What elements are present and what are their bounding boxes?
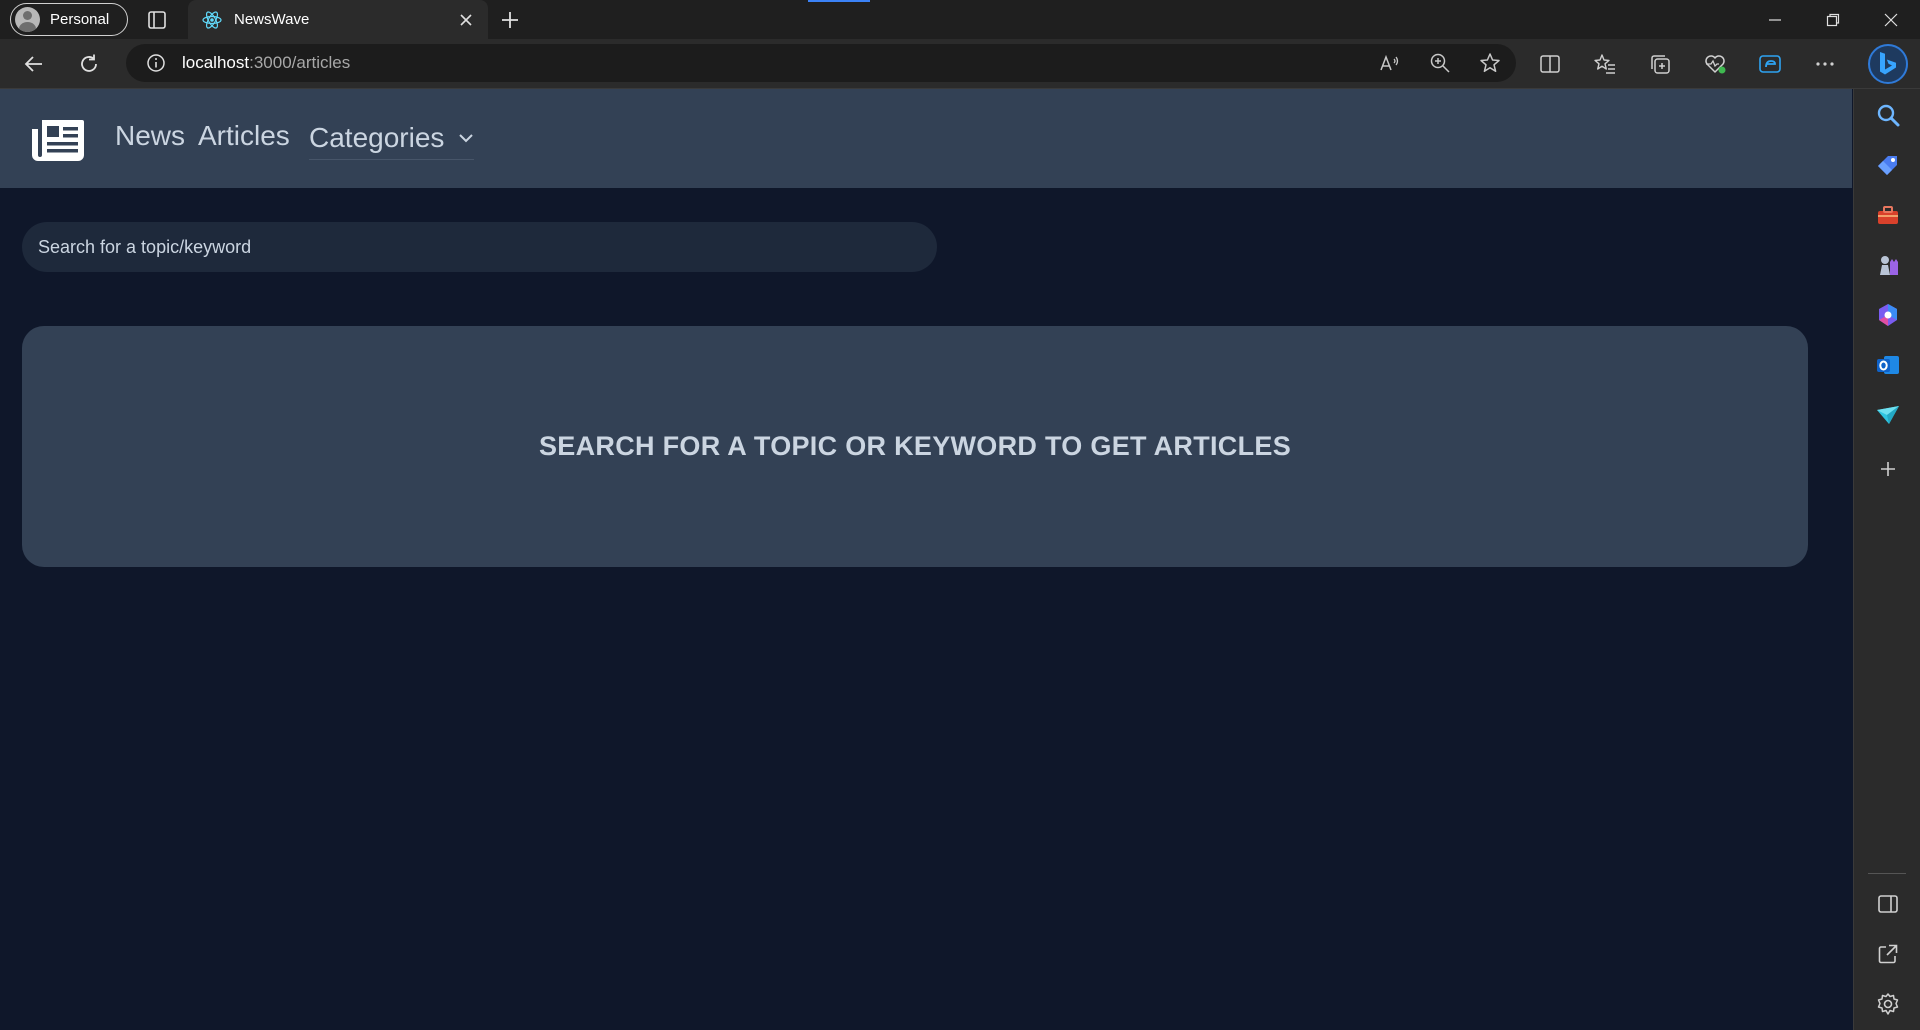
browser-address-bar: localhost:3000/articles [0, 39, 1920, 89]
new-tab-icon[interactable] [498, 8, 522, 32]
restore-icon[interactable] [1804, 0, 1862, 39]
tab-newswave[interactable]: NewsWave [188, 0, 488, 39]
avatar-icon [15, 7, 40, 32]
sidebar-divider [1868, 873, 1906, 874]
tag-icon[interactable] [1875, 152, 1901, 178]
browser-essentials-icon[interactable] [1703, 52, 1727, 76]
nav-link-news[interactable]: News [115, 120, 185, 152]
profile-label: Personal [50, 11, 110, 28]
edge-drop-icon[interactable] [1758, 52, 1782, 76]
chevron-down-icon [459, 133, 474, 142]
react-icon [202, 10, 222, 29]
add-icon[interactable] [1875, 456, 1901, 482]
favorites-icon[interactable] [1593, 52, 1617, 76]
sidebar-toggle-icon[interactable] [1875, 891, 1901, 917]
collections-icon[interactable] [1648, 52, 1672, 76]
browser-toolbar [1538, 52, 1837, 76]
browser-tab-bar: Personal NewsWave [0, 0, 1920, 39]
window-controls [1746, 0, 1920, 39]
search-icon[interactable] [1875, 102, 1901, 128]
back-arrow-icon[interactable] [22, 52, 46, 76]
favorite-star-icon[interactable] [1478, 51, 1502, 75]
bing-copilot-button[interactable] [1868, 44, 1908, 84]
app-navbar: News Articles Categories [0, 89, 1852, 188]
nav-link-articles[interactable]: Articles [198, 120, 290, 152]
tab-title: NewsWave [234, 11, 310, 28]
profile-button[interactable]: Personal [10, 3, 128, 36]
page-viewport: News Articles Categories SEARCH FOR A TO… [0, 89, 1852, 1030]
close-window-icon[interactable] [1862, 0, 1920, 39]
toolbox-icon[interactable] [1875, 202, 1901, 228]
browser-sidebar [1853, 89, 1920, 1030]
split-screen-icon[interactable] [1538, 52, 1562, 76]
read-aloud-icon[interactable] [1378, 51, 1402, 75]
url-path: :3000/articles [249, 53, 351, 72]
categories-dropdown[interactable]: Categories [309, 118, 475, 160]
url-actions [1378, 51, 1502, 75]
empty-state-card: SEARCH FOR A TOPIC OR KEYWORD TO GET ART… [22, 326, 1808, 567]
copilot-icon[interactable] [1875, 302, 1901, 328]
settings-icon[interactable] [1875, 991, 1901, 1017]
zoom-icon[interactable] [1428, 51, 1452, 75]
empty-state-message: SEARCH FOR A TOPIC OR KEYWORD TO GET ART… [538, 431, 1292, 461]
external-link-icon[interactable] [1875, 941, 1901, 967]
tab-actions-icon[interactable] [146, 9, 168, 31]
categories-label: Categories [309, 121, 445, 153]
more-options-icon[interactable] [1813, 52, 1837, 76]
url-text[interactable]: localhost:3000/articles [182, 53, 350, 73]
search-input[interactable] [22, 222, 937, 272]
site-info-icon[interactable] [146, 53, 166, 73]
close-tab-icon[interactable] [456, 10, 476, 30]
url-host: localhost [182, 53, 250, 72]
chess-icon[interactable] [1875, 252, 1901, 278]
refresh-icon[interactable] [77, 52, 101, 76]
outlook-icon[interactable] [1875, 352, 1901, 378]
tab-loading-indicator [808, 0, 870, 2]
url-bar[interactable]: localhost:3000/articles [126, 44, 1516, 82]
minimize-icon[interactable] [1746, 0, 1804, 39]
newspaper-icon[interactable] [32, 117, 84, 161]
send-icon[interactable] [1875, 402, 1901, 428]
bing-icon [1880, 52, 1896, 75]
